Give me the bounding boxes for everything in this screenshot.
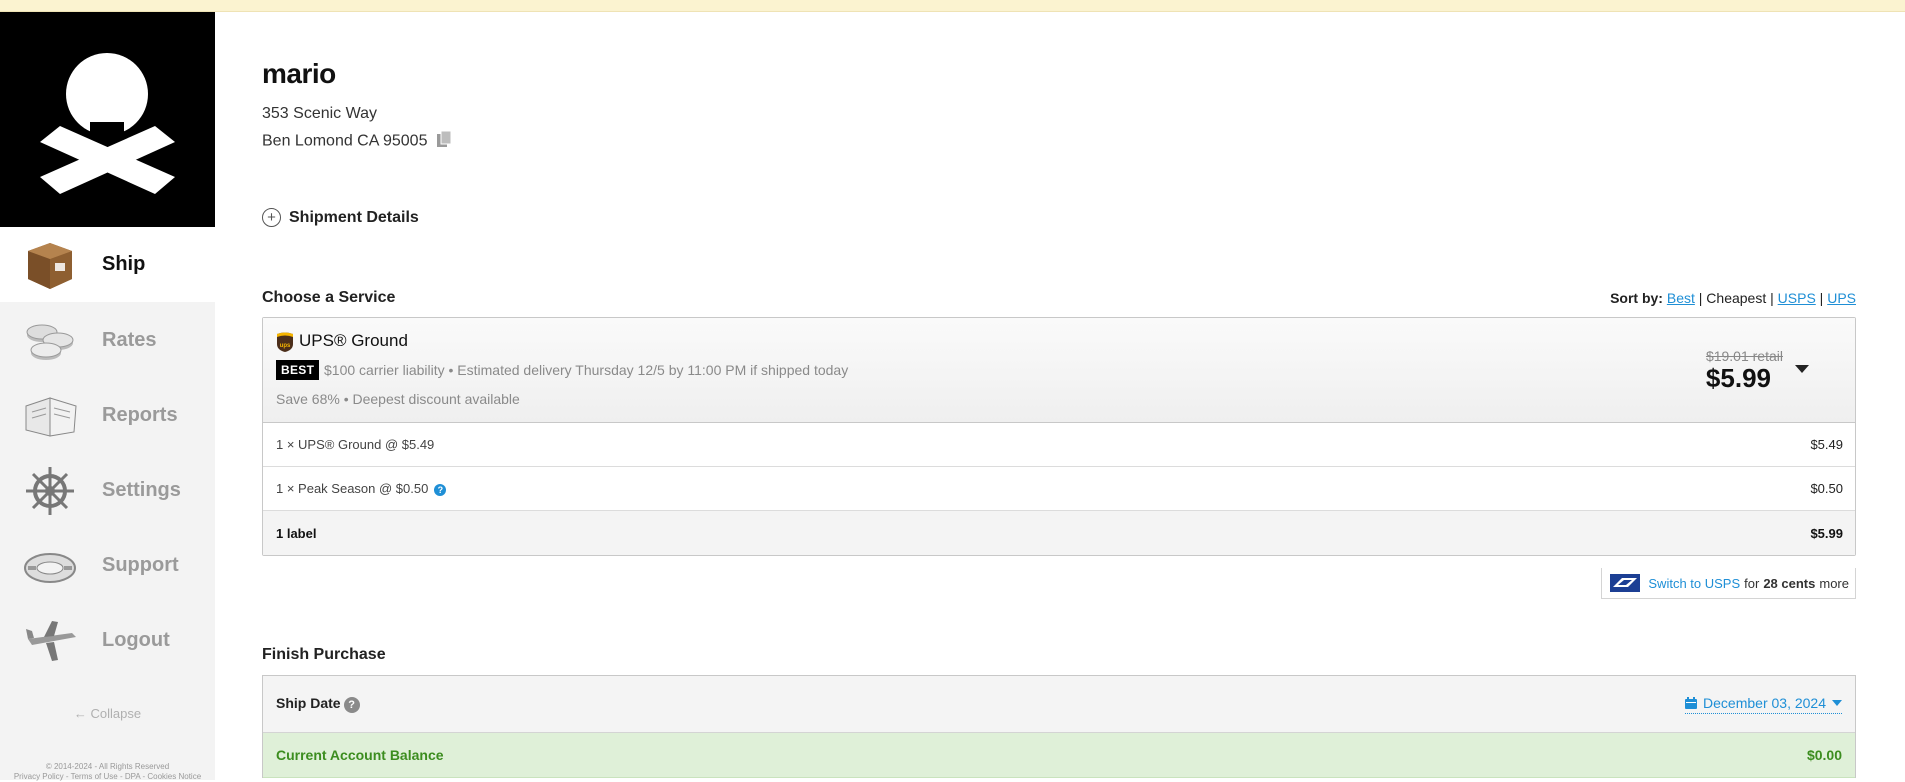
- address-line-2: Ben Lomond CA 95005: [262, 130, 452, 153]
- switch-usps-amount: 28 cents: [1763, 575, 1816, 591]
- life-ring-icon: [24, 552, 76, 583]
- retail-price: $19.01 retail: [1705, 348, 1783, 364]
- nav-support[interactable]: Support: [0, 528, 215, 603]
- sort-separator: |: [1698, 290, 1703, 306]
- line-item-amount: $0.50: [1810, 481, 1843, 496]
- service-card: ups UPS® Ground BEST $100 carrier liabil…: [262, 317, 1856, 556]
- line-item: 1 × UPS® Ground @ $5.49 $5.49: [263, 423, 1855, 467]
- service-name: UPS® Ground: [299, 331, 408, 350]
- nav-reports[interactable]: Reports: [0, 378, 215, 453]
- finish-purchase-panel: Ship Date? December 03, 2024 Current Acc…: [262, 675, 1856, 778]
- sort-separator: |: [1819, 290, 1824, 306]
- line-item-label-wrap: 1 × Peak Season @ $0.50?: [276, 481, 447, 496]
- collapse-sidebar-button[interactable]: ← Collapse: [0, 706, 215, 721]
- svg-text:ups: ups: [280, 343, 291, 349]
- switch-usps-pre: for: [1744, 575, 1760, 591]
- shipment-details-label: Shipment Details: [289, 208, 419, 226]
- choose-service-title: Choose a Service: [262, 289, 396, 306]
- skull-crossbones-icon: [40, 53, 175, 194]
- service-price: $5.99: [1705, 363, 1771, 393]
- recipient-name: mario: [262, 58, 336, 89]
- coins-icon: [26, 324, 74, 360]
- nav-rates-label: Rates: [102, 329, 157, 351]
- sort-ups-link[interactable]: UPS: [1827, 290, 1856, 306]
- nav-settings[interactable]: Settings: [0, 453, 215, 528]
- finish-purchase-title: Finish Purchase: [262, 646, 386, 663]
- legal-links[interactable]: Privacy Policy - Terms of Use - DPA - Co…: [0, 772, 215, 782]
- ship-wheel-icon: [26, 466, 74, 515]
- line-item-label: 1 × Peak Season @ $0.50: [276, 481, 429, 496]
- line-item: 1 × Peak Season @ $0.50? $0.50: [263, 467, 1855, 511]
- service-header[interactable]: ups UPS® Ground BEST $100 carrier liabil…: [263, 318, 1855, 423]
- total-label: 1 label: [276, 525, 317, 541]
- nav-ship-label: Ship: [102, 253, 146, 275]
- sidebar: Ship Rates Reports Settings Support Logo…: [0, 12, 215, 782]
- nav-reports-label: Reports: [102, 404, 178, 426]
- ups-logo-icon: ups: [277, 332, 293, 352]
- line-item-amount: $5.49: [1810, 437, 1843, 452]
- help-icon[interactable]: ?: [343, 696, 360, 713]
- shipment-details-toggle[interactable]: + Shipment Details: [262, 208, 419, 227]
- best-badge: BEST: [276, 360, 320, 380]
- notice-banner: [0, 0, 1905, 12]
- airplane-icon: [26, 620, 76, 661]
- box-icon: [28, 242, 72, 289]
- switch-usps-banner: Switch to USPS for 28 cents more: [1601, 568, 1856, 599]
- total-row: 1 label $5.99: [263, 511, 1855, 555]
- info-icon[interactable]: ?: [434, 483, 447, 496]
- total-amount: $5.99: [1810, 525, 1843, 541]
- sort-by: Sort by: Best | Cheapest | USPS | UPS: [1610, 290, 1856, 306]
- nav-logout[interactable]: Logout: [0, 603, 215, 678]
- balance-label: Current Account Balance: [276, 747, 444, 763]
- service-meta: $100 carrier liability • Estimated deliv…: [324, 362, 849, 378]
- plus-circle-icon: +: [262, 208, 281, 227]
- ship-date-row: Ship Date? December 03, 2024: [263, 676, 1855, 733]
- sort-cheapest[interactable]: Cheapest: [1706, 290, 1766, 306]
- nav-settings-label: Settings: [102, 479, 181, 501]
- book-icon: [25, 396, 77, 437]
- sort-best-link[interactable]: Best: [1667, 290, 1695, 306]
- usps-eagle-icon: [1610, 574, 1641, 592]
- copyright-text: © 2014-2024 - All Rights Reserved: [45, 762, 170, 771]
- switch-usps-link[interactable]: Switch to USPS: [1648, 576, 1740, 591]
- nav-support-label: Support: [102, 554, 179, 576]
- copy-icon[interactable]: [436, 130, 452, 153]
- nav-ship[interactable]: Ship: [0, 227, 215, 302]
- calendar-icon: [1685, 696, 1698, 709]
- nav-rates[interactable]: Rates: [0, 303, 215, 378]
- nav-logout-label: Logout: [102, 629, 170, 651]
- ship-date-select[interactable]: December 03, 2024: [1685, 695, 1842, 714]
- switch-usps-post: more: [1819, 575, 1849, 591]
- pirate-logo[interactable]: [0, 12, 215, 227]
- address-line-2-text: Ben Lomond CA 95005: [262, 132, 428, 150]
- address-line-1: 353 Scenic Way: [262, 105, 378, 122]
- line-item-label: 1 × UPS® Ground @ $5.49: [276, 437, 435, 452]
- ship-date-label-wrap: Ship Date?: [276, 695, 360, 713]
- service-savings: Save 68% • Deepest discount available: [276, 391, 520, 407]
- sort-separator: |: [1770, 290, 1774, 306]
- balance-value: $0.00: [1806, 747, 1842, 763]
- account-balance-row: Current Account Balance $0.00: [263, 733, 1855, 778]
- expand-caret-icon[interactable]: [1795, 365, 1809, 373]
- chevron-down-icon: [1832, 699, 1842, 706]
- ship-date-value: December 03, 2024: [1703, 694, 1826, 711]
- sort-usps-link[interactable]: USPS: [1778, 290, 1816, 306]
- sort-by-label: Sort by:: [1610, 290, 1663, 306]
- ship-date-label: Ship Date: [276, 695, 341, 712]
